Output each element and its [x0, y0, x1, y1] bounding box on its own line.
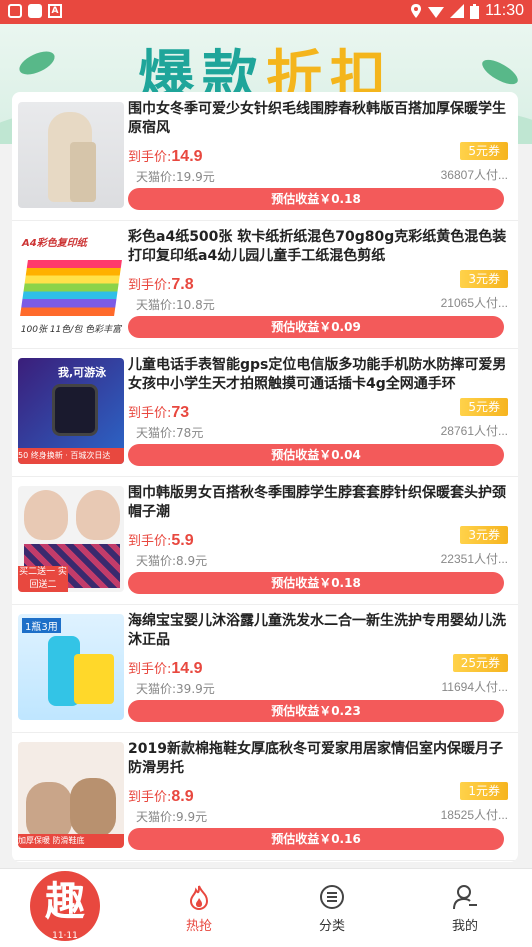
product-item[interactable]: 买二送一 实回送二 围巾韩版男女百搭秋冬季围脖学生脖套套脖针织保暖套头护颈帽子潮… [12, 476, 518, 605]
image-caption: 1瓶3用 [22, 618, 61, 633]
coupon-badge[interactable]: 3元券 [460, 526, 508, 544]
tmall-price: 天猫价:9.9元 [136, 810, 208, 824]
product-title[interactable]: 2019新款棉拖鞋女厚底秋冬可爱家用居家情侣室内保暖月子防滑男托 [128, 740, 510, 778]
tmall-price: 天猫价:19.9元 [136, 170, 215, 184]
battery-icon [470, 3, 480, 19]
tab-mine[interactable]: 我的 [425, 883, 505, 934]
final-price: 到手价:7.8 [128, 276, 194, 293]
coupon-badge[interactable]: 5元券 [460, 142, 508, 160]
paper-stack [20, 260, 122, 316]
flame-icon [189, 885, 209, 910]
notification-icon [28, 4, 42, 18]
tab-label: 分类 [318, 919, 345, 934]
signal-icon [450, 4, 465, 18]
tab-category[interactable]: 分类 [292, 883, 372, 934]
bottom-nav: 趣 11·11 热抢 分类 我的 [0, 868, 532, 947]
status-bar: A 11:30 [0, 0, 532, 24]
final-price: 到手价:5.9 [128, 532, 194, 549]
buyer-count: 11694人付... [441, 680, 508, 694]
product-list[interactable]: 围巾女冬季可爱少女针织毛线围脖春秋韩版百搭加厚保暖学生原宿风 到手价:14.9 … [12, 92, 518, 862]
estimated-profit-button[interactable]: 预估收益￥0.23 [128, 700, 504, 722]
user-icon [453, 885, 477, 910]
product-image[interactable] [18, 102, 124, 208]
tab-hot[interactable]: 热抢 [159, 883, 239, 934]
tmall-price: 天猫价:10.8元 [136, 298, 215, 312]
tmall-price: 天猫价:78元 [136, 426, 204, 440]
clock: 11:30 [485, 2, 524, 19]
sponge-shape [74, 654, 114, 704]
buyer-count: 28761人付... [440, 424, 508, 438]
scarf-shape [70, 142, 96, 202]
logo-glyph: 趣 [45, 879, 85, 925]
logo-sub: 11·11 [52, 931, 78, 941]
product-item[interactable]: 我,可游泳 50 终身换新 · 百城次日达 儿童电话手表智能gps定位电信版多功… [12, 348, 518, 477]
product-item[interactable]: 1瓶3用 海绵宝宝婴儿沐浴露儿童洗发水二合一新生洗护专用婴幼儿洗沐正品 到手价:… [12, 604, 518, 733]
product-title[interactable]: 围巾韩版男女百搭秋冬季围脖学生脖套套脖针织保暖套头护颈帽子潮 [128, 484, 510, 522]
product-image[interactable]: A4彩色复印纸 100张 11色/包 色彩丰富 [18, 230, 124, 336]
final-price: 到手价:14.9 [128, 148, 203, 165]
slipper-shape [26, 782, 72, 842]
slipper-shape [70, 778, 116, 838]
product-title[interactable]: 围巾女冬季可爱少女针织毛线围脖春秋韩版百搭加厚保暖学生原宿风 [128, 100, 510, 138]
list-icon [320, 885, 344, 909]
notification-icon [8, 4, 22, 18]
app-logo-button[interactable]: 趣 11·11 [30, 871, 100, 941]
final-price: 到手价:8.9 [128, 788, 194, 805]
product-item[interactable]: A4彩色复印纸 100张 11色/包 色彩丰富 彩色a4纸500张 软卡纸折纸混… [12, 220, 518, 349]
product-item[interactable]: 围巾女冬季可爱少女针织毛线围脖春秋韩版百搭加厚保暖学生原宿风 到手价:14.9 … [12, 92, 518, 221]
estimated-profit-button[interactable]: 预估收益￥0.04 [128, 444, 504, 466]
wifi-icon [428, 7, 445, 18]
coupon-badge[interactable]: 3元券 [460, 270, 508, 288]
model-shape [24, 490, 68, 540]
product-image[interactable]: 买二送一 实回送二 [18, 486, 124, 592]
location-icon [411, 4, 422, 18]
product-image[interactable]: 1瓶3用 [18, 614, 124, 720]
buyer-count: 21065人付... [440, 296, 508, 310]
coupon-badge[interactable]: 1元券 [460, 782, 508, 800]
image-footer: 50 终身换新 · 百城次日达 [18, 448, 124, 464]
estimated-profit-button[interactable]: 预估收益￥0.18 [128, 572, 504, 594]
estimated-profit-button[interactable]: 预估收益￥0.09 [128, 316, 504, 338]
buyer-count: 18525人付... [440, 808, 508, 822]
product-image[interactable]: 加厚保暖 防滑鞋底 [18, 742, 124, 848]
image-footer: 100张 11色/包 色彩丰富 [18, 322, 124, 336]
tmall-price: 天猫价:8.9元 [136, 554, 208, 568]
estimated-profit-button[interactable]: 预估收益￥0.16 [128, 828, 504, 850]
coupon-badge[interactable]: 25元券 [452, 654, 508, 672]
tmall-price: 天猫价:39.9元 [136, 682, 215, 696]
product-title[interactable]: 儿童电话手表智能gps定位电信版多功能手机防水防摔可爱男女孩中小学生天才拍照触摸… [128, 356, 510, 394]
estimated-profit-button[interactable]: 预估收益￥0.18 [128, 188, 504, 210]
buyer-count: 22351人付... [440, 552, 508, 566]
final-price: 到手价:14.9 [128, 660, 203, 677]
watch-shape [52, 384, 98, 436]
image-caption: 买二送一 实回送二 [18, 566, 68, 592]
product-image[interactable]: 我,可游泳 50 终身换新 · 百城次日达 [18, 358, 124, 464]
tab-label: 我的 [451, 919, 478, 934]
product-item[interactable]: 加厚保暖 防滑鞋底 2019新款棉拖鞋女厚底秋冬可爱家用居家情侣室内保暖月子防滑… [12, 732, 518, 861]
app-notification-icon: A [48, 4, 62, 18]
image-caption: A4彩色复印纸 [22, 238, 87, 249]
image-caption: 我,可游泳 [58, 366, 107, 379]
product-title[interactable]: 海绵宝宝婴儿沐浴露儿童洗发水二合一新生洗护专用婴幼儿洗沐正品 [128, 612, 510, 650]
product-title[interactable]: 彩色a4纸500张 软卡纸折纸混色70g80g克彩纸黄色混色装打印复印纸a4幼儿… [128, 228, 510, 266]
model-shape [76, 490, 120, 540]
buyer-count: 36807人付... [440, 168, 508, 182]
final-price: 到手价:73 [128, 404, 190, 421]
image-caption: 加厚保暖 防滑鞋底 [18, 834, 124, 848]
tab-label: 热抢 [185, 919, 212, 934]
coupon-badge[interactable]: 5元券 [460, 398, 508, 416]
